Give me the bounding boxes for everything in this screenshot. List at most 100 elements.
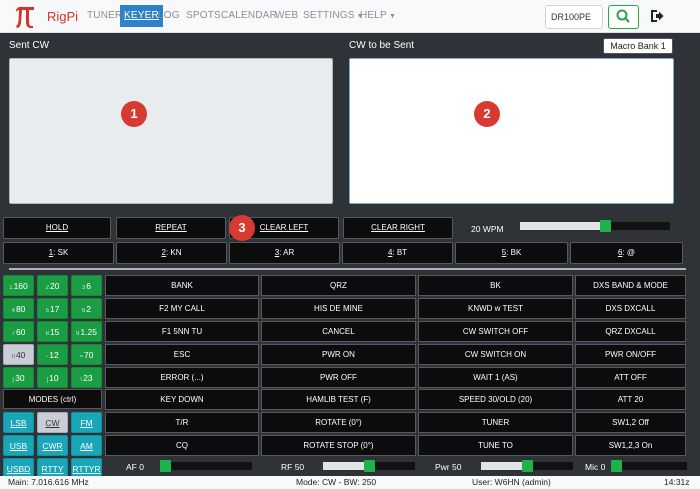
nav-tuner[interactable]: TUNER bbox=[87, 5, 122, 27]
band-shortcut: 1 bbox=[9, 285, 13, 291]
band-label: 20 bbox=[49, 281, 60, 291]
mode-button-cwr[interactable]: CWR bbox=[37, 435, 68, 456]
mode-button-lsb[interactable]: LSB bbox=[3, 412, 34, 433]
nav-spots[interactable]: SPOTS bbox=[186, 5, 221, 27]
quick-at-button[interactable]: 6: @ bbox=[570, 242, 683, 264]
nav-calendar[interactable]: CALENDAR bbox=[221, 5, 277, 27]
quick-bt-button[interactable]: 4: BT bbox=[342, 242, 453, 264]
callout-badge-2: 2 bbox=[474, 101, 500, 127]
macro-button[interactable]: ROTATE (0°) bbox=[261, 412, 416, 433]
af-slider[interactable] bbox=[160, 460, 252, 472]
mode-button-cw[interactable]: CW bbox=[37, 412, 68, 433]
callsign-input[interactable]: DR100PE bbox=[545, 5, 603, 29]
macro-button[interactable]: DXS DXCALL bbox=[575, 298, 686, 319]
macro-button[interactable]: CANCEL bbox=[261, 321, 416, 342]
macro-button[interactable]: HAMLIB TEST (F) bbox=[261, 389, 416, 410]
macro-button[interactable]: BK bbox=[418, 275, 573, 296]
band-button-80[interactable]: 480 bbox=[3, 298, 34, 319]
macro-button[interactable]: TUNER bbox=[418, 412, 573, 433]
band-button-40[interactable]: 040 bbox=[3, 344, 34, 365]
macro-button[interactable]: WAIT 1 (AS) bbox=[418, 367, 573, 388]
band-button-60[interactable]: 760 bbox=[3, 321, 34, 342]
macro-button[interactable]: ATT 20 bbox=[575, 389, 686, 410]
band-button-2[interactable]: 62 bbox=[71, 298, 102, 319]
macro-button[interactable]: ATT OFF bbox=[575, 367, 686, 388]
macro-button[interactable]: QRZ DXCALL bbox=[575, 321, 686, 342]
mode-button-am[interactable]: AM bbox=[71, 435, 102, 456]
band-button-15[interactable]: 815 bbox=[37, 321, 68, 342]
mic-label: Mic 0 bbox=[585, 462, 606, 472]
nav-log[interactable]: LOG bbox=[158, 5, 180, 27]
quick-kn-button[interactable]: 2: KN bbox=[116, 242, 227, 264]
macro-button[interactable]: T/R bbox=[105, 412, 259, 433]
macro-button[interactable]: CQ bbox=[105, 435, 259, 456]
macro-button[interactable]: PWR OFF bbox=[261, 367, 416, 388]
af-slider-thumb[interactable] bbox=[160, 460, 171, 472]
pwr-slider[interactable] bbox=[481, 460, 573, 472]
macro-button[interactable]: SW1,2 Off bbox=[575, 412, 686, 433]
logout-icon[interactable] bbox=[650, 9, 664, 23]
quick-ar-button[interactable]: 3: AR bbox=[229, 242, 340, 264]
band-label: 1.25 bbox=[80, 327, 97, 337]
macro-button[interactable]: DXS BAND & MODE bbox=[575, 275, 686, 296]
band-button-6[interactable]: 36 bbox=[71, 275, 102, 296]
macro-button[interactable]: QRZ bbox=[261, 275, 416, 296]
mode-button-usb[interactable]: USB bbox=[3, 435, 34, 456]
quick-key-text: : AR bbox=[279, 248, 295, 257]
rf-slider-thumb[interactable] bbox=[364, 460, 375, 472]
sent-cw-textarea[interactable] bbox=[9, 58, 333, 204]
macro-button[interactable]: SPEED 30/OLD (20) bbox=[418, 389, 573, 410]
band-button-23[interactable]: \23 bbox=[71, 367, 102, 388]
macro-button[interactable]: ESC bbox=[105, 344, 259, 365]
slider-thumb[interactable] bbox=[600, 220, 611, 232]
macro-button[interactable]: TUNE TO bbox=[418, 435, 573, 456]
band-shortcut: 4 bbox=[11, 308, 15, 314]
pwr-slider-thumb[interactable] bbox=[522, 460, 533, 472]
cw-to-be-sent-title: CW to be Sent bbox=[349, 40, 415, 51]
mic-slider[interactable] bbox=[611, 460, 687, 472]
pwr-label: Pwr 50 bbox=[435, 462, 462, 472]
macro-button[interactable]: CW SWITCH ON bbox=[418, 344, 573, 365]
cw-to-be-sent-textarea[interactable] bbox=[349, 58, 674, 204]
nav-keyer[interactable]: KEYER bbox=[120, 5, 163, 27]
hold-button[interactable]: HOLD bbox=[3, 217, 111, 239]
macro-button[interactable]: F1 5NN TU bbox=[105, 321, 259, 342]
repeat-button[interactable]: REPEAT bbox=[116, 217, 226, 239]
band-button-70[interactable]: =70 bbox=[71, 344, 102, 365]
macro-bank-button[interactable]: Macro Bank 1 bbox=[603, 38, 673, 54]
pi-logo-icon[interactable] bbox=[14, 3, 36, 29]
macro-button[interactable]: PWR ON bbox=[261, 344, 416, 365]
macro-button[interactable]: F2 MY CALL bbox=[105, 298, 259, 319]
rf-slider[interactable] bbox=[323, 460, 415, 472]
band-button-20[interactable]: 220 bbox=[37, 275, 68, 296]
band-shortcut: 7 bbox=[11, 331, 15, 337]
quick-bk-button[interactable]: 5: BK bbox=[455, 242, 568, 264]
nav-settings-label: SETTINGS bbox=[303, 10, 355, 21]
macro-button[interactable]: ERROR (...) bbox=[105, 367, 259, 388]
macro-button[interactable]: KNWD w TEST bbox=[418, 298, 573, 319]
band-label: 40 bbox=[15, 350, 26, 360]
band-button-160[interactable]: 1160 bbox=[3, 275, 34, 296]
mic-slider-thumb[interactable] bbox=[611, 460, 622, 472]
macro-button[interactable]: BANK bbox=[105, 275, 259, 296]
search-button[interactable] bbox=[608, 5, 639, 29]
band-button-10[interactable]: ]10 bbox=[37, 367, 68, 388]
quick-sk-button[interactable]: 1: SK bbox=[3, 242, 114, 264]
macro-button[interactable]: PWR ON/OFF bbox=[575, 344, 686, 365]
macro-button[interactable]: ROTATE STOP (0°) bbox=[261, 435, 416, 456]
band-button-12[interactable]: -12 bbox=[37, 344, 68, 365]
clear-right-button[interactable]: CLEAR RIGHT bbox=[343, 217, 453, 239]
band-button-30[interactable]: [30 bbox=[3, 367, 34, 388]
band-button-17[interactable]: 517 bbox=[37, 298, 68, 319]
band-button-1.25[interactable]: 91.25 bbox=[71, 321, 102, 342]
mode-button-fm[interactable]: FM bbox=[71, 412, 102, 433]
wpm-slider[interactable] bbox=[520, 220, 670, 232]
macro-button[interactable]: HIS DE MINE bbox=[261, 298, 416, 319]
macro-button[interactable]: SW1,2,3 On bbox=[575, 435, 686, 456]
macro-button[interactable]: KEY DOWN bbox=[105, 389, 259, 410]
nav-web[interactable]: WEB bbox=[275, 5, 298, 27]
macro-button[interactable]: CW SWITCH OFF bbox=[418, 321, 573, 342]
brand-name[interactable]: RigPi bbox=[47, 9, 78, 24]
nav-settings[interactable]: SETTINGS ▼ bbox=[303, 5, 364, 27]
nav-help[interactable]: HELP ▼ bbox=[360, 5, 396, 27]
